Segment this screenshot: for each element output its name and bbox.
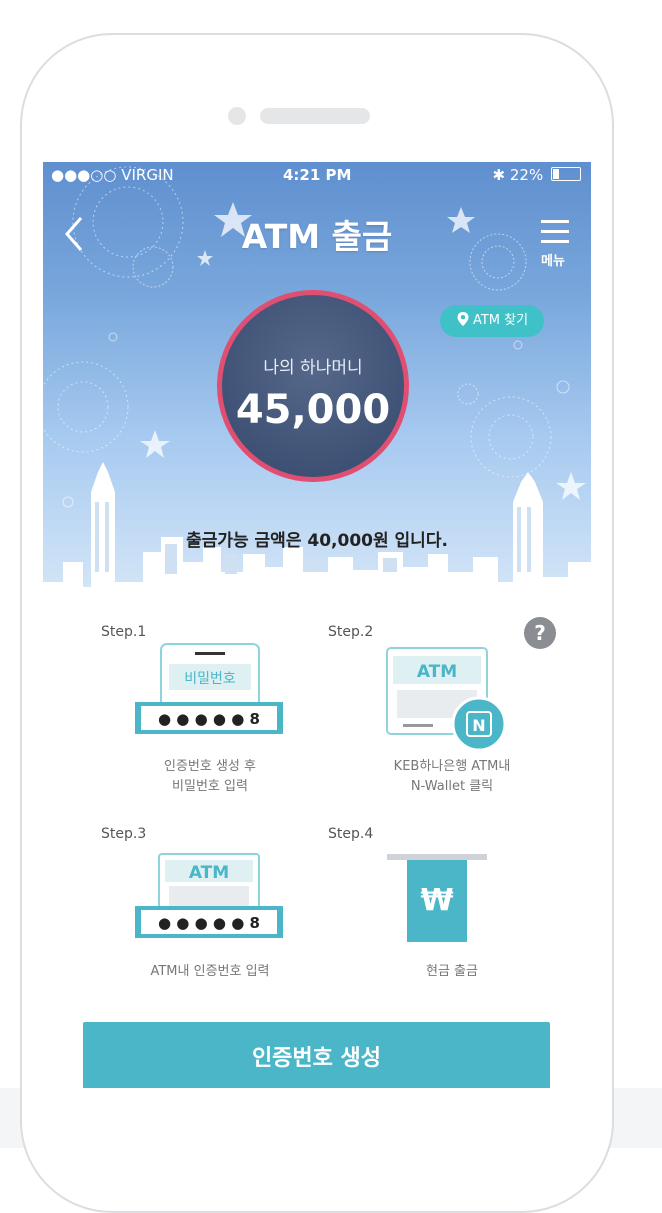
- step-3-label: Step.3: [101, 826, 147, 842]
- phone-password-icon: 비밀번호 ● ● ● ● ● 8: [135, 643, 283, 734]
- location-pin-icon: [457, 312, 469, 326]
- step-4-label: Step.4: [328, 826, 374, 842]
- step-2-caption-line2: N-Wallet 클릭: [410, 779, 494, 794]
- carrier-label: ●●●○○ VIRGIN: [51, 166, 174, 184]
- step-2-screen-text: ATM: [417, 662, 457, 682]
- step-3-caption-line1: ATM내 인증번호 입력: [150, 964, 270, 979]
- help-button[interactable]: ?: [524, 617, 556, 649]
- speaker-grille: [260, 108, 370, 124]
- step-3-code: ● ● ● ● ● 8: [158, 914, 260, 932]
- battery-icon: [551, 167, 581, 181]
- step-2-label: Step.2: [328, 624, 374, 640]
- status-bar: ●●●○○ VIRGIN 4:21 PM ✱ 22%: [43, 162, 591, 188]
- app-screen: ●●●○○ VIRGIN 4:21 PM ✱ 22% ATM 출금 메뉴 ATM…: [43, 162, 591, 1088]
- menu-button[interactable]: 메뉴: [533, 216, 577, 270]
- generate-code-button[interactable]: 인증번호 생성: [83, 1022, 550, 1088]
- battery-indicator: ✱ 22%: [493, 166, 581, 184]
- step-1-caption: 인증번호 생성 후 비밀번호 입력: [110, 757, 310, 797]
- withdrawable-amount-notice: 출금가능 금액은 40,000원 입니다.: [186, 531, 448, 551]
- hamburger-icon: [541, 220, 569, 243]
- step-2-caption: KEB하나은행 ATM내 N-Wallet 클릭: [352, 757, 552, 797]
- menu-label: 메뉴: [541, 254, 565, 269]
- step-1-caption-line1: 인증번호 생성 후: [164, 759, 256, 774]
- step-1-code: ● ● ● ● ● 8: [158, 710, 260, 728]
- step-4-caption: 현금 출금: [352, 962, 552, 982]
- step-2-caption-line1: KEB하나은행 ATM내: [393, 759, 511, 774]
- nwallet-badge-icon: N: [472, 716, 485, 735]
- balance-amount: 45,000: [235, 387, 391, 433]
- balance-circle: 나의 하나머니 45,000: [217, 290, 409, 482]
- camera-dot: [228, 107, 246, 125]
- won-symbol-icon: ₩: [420, 883, 453, 918]
- cash-out-icon: ₩: [387, 854, 487, 942]
- clock: 4:21 PM: [283, 166, 352, 184]
- step-3-screen-text: ATM: [189, 863, 229, 883]
- atm-find-label: ATM 찾기: [472, 313, 529, 328]
- battery-percent: 22%: [509, 166, 544, 184]
- step-3-caption: ATM내 인증번호 입력: [110, 962, 310, 982]
- bluetooth-icon: ✱: [492, 166, 510, 184]
- hero-banner: ●●●○○ VIRGIN 4:21 PM ✱ 22% ATM 출금 메뉴 ATM…: [43, 162, 591, 607]
- atm-code-input-icon: ATM ● ● ● ● ● 8: [135, 853, 283, 938]
- step-1-caption-line2: 비밀번호 입력: [172, 779, 248, 794]
- atm-nwallet-icon: ATM N: [386, 647, 507, 752]
- step-1-screen-text: 비밀번호: [184, 671, 236, 687]
- step-1-label: Step.1: [101, 624, 147, 640]
- atm-find-button[interactable]: ATM 찾기: [440, 305, 544, 337]
- step-4-caption-line1: 현금 출금: [426, 964, 478, 979]
- balance-label: 나의 하나머니: [263, 358, 363, 378]
- page-title: ATM 출금: [241, 217, 393, 256]
